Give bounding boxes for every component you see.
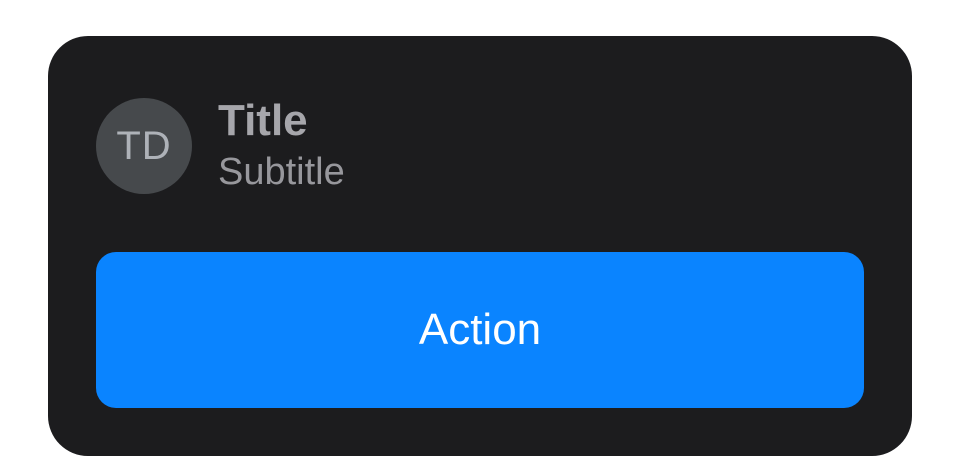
card-header: TD Title Subtitle [96, 96, 345, 196]
card-title: Title [218, 96, 308, 145]
card-subtitle: Subtitle [218, 151, 345, 193]
avatar: TD [96, 98, 192, 194]
action-button[interactable]: Action [96, 252, 864, 408]
card: TD Title Subtitle Action [48, 36, 912, 456]
card-text-block: Title Subtitle [218, 96, 345, 196]
